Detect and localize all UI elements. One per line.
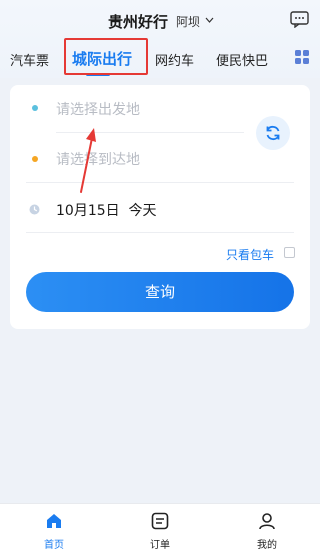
clock-icon	[29, 204, 40, 215]
nav-profile[interactable]: 我的	[237, 504, 297, 552]
top-header: 贵州好行 阿坝 汽车票 城际出行 网约车 便民快巴	[0, 0, 320, 78]
date-selector[interactable]: 10月15日 今天	[56, 200, 157, 220]
bottom-nav: 首页 订单 我的	[0, 503, 320, 552]
tab-express-bus[interactable]: 便民快巴	[216, 50, 268, 69]
app-title: 贵州好行	[108, 13, 169, 31]
title-bar: 贵州好行 阿坝	[0, 8, 320, 34]
divider	[26, 182, 294, 183]
nav-orders-label: 订单	[150, 540, 170, 551]
swap-icon	[266, 125, 280, 141]
message-icon[interactable]	[290, 11, 309, 28]
home-icon	[47, 514, 61, 528]
category-tabs: 汽车票 城际出行 网约车 便民快巴	[0, 44, 320, 78]
tab-bus-ticket[interactable]: 汽车票	[10, 50, 49, 69]
annotation-arrow	[80, 128, 96, 193]
departure-dot-icon	[32, 105, 38, 111]
search-card: 请选择出发地 请选择到达地 10月15日 今天 只看包车 查询	[10, 85, 310, 329]
nav-home-label: 首页	[44, 540, 64, 551]
swap-button[interactable]	[256, 116, 290, 150]
nav-orders[interactable]: 订单	[130, 504, 190, 552]
departure-input[interactable]: 请选择出发地	[56, 99, 140, 119]
date-value: 10月15日	[56, 203, 120, 219]
order-icon	[151, 512, 169, 530]
tab-ride-hailing[interactable]: 网约车	[155, 50, 194, 69]
city-selector[interactable]: 阿坝	[176, 13, 200, 30]
grid-icon[interactable]	[295, 50, 309, 64]
chevron-down-icon[interactable]	[205, 16, 214, 24]
day-label: 今天	[128, 203, 157, 219]
profile-icon	[259, 513, 275, 530]
charter-only-label[interactable]: 只看包车	[226, 246, 274, 263]
annotation-highlight-box	[64, 38, 148, 75]
divider	[26, 232, 294, 233]
charter-only-checkbox[interactable]	[284, 247, 295, 258]
nav-profile-label: 我的	[257, 540, 277, 551]
nav-home[interactable]: 首页	[24, 504, 84, 552]
arrival-dot-icon	[32, 156, 38, 162]
query-button[interactable]: 查询	[26, 272, 294, 312]
